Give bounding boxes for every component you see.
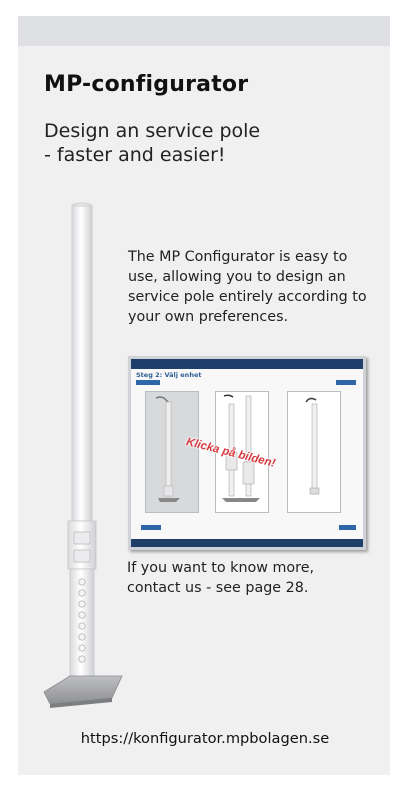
screenshot-button-bottom-left [141,525,161,530]
more-info-line-2: contact us - see page 28. [127,580,309,596]
subtitle-line-2: - faster and easier! [44,144,226,166]
subtitle-line-1: Design an service pole [44,120,261,142]
intro-text: The MP Configurator is easy to use, allo… [128,249,367,325]
screenshot-panel-3 [287,391,341,513]
screenshot-panel-1 [145,391,199,513]
page-title: MP-configurator [44,72,249,97]
screenshot-button-left [136,380,160,385]
pole-thumb-1 [155,396,180,502]
screenshot-step-heading: Steg 2: Välj enhet [136,371,202,379]
configurator-link[interactable]: https://konfigurator.mpbolagen.se [30,730,380,747]
screenshot-header-bar [131,359,363,369]
configurator-screenshot[interactable]: Steg 2: Välj enhet Klicka på bilden! [128,356,366,550]
subtitle: Design an service pole - faster and easi… [44,119,260,167]
screenshot-inner: Steg 2: Välj enhet Klicka på bilden! [131,359,363,547]
top-band [18,16,390,46]
pole-thumb-3 [305,397,320,495]
screenshot-button-right [336,380,356,385]
screenshot-button-bottom-right [339,525,356,530]
more-info-line-1: If you want to know more, [127,560,315,576]
more-info-text: If you want to know more, contact us - s… [127,558,367,598]
service-pole-illustration [43,202,123,708]
screenshot-footer-bar [131,539,363,547]
